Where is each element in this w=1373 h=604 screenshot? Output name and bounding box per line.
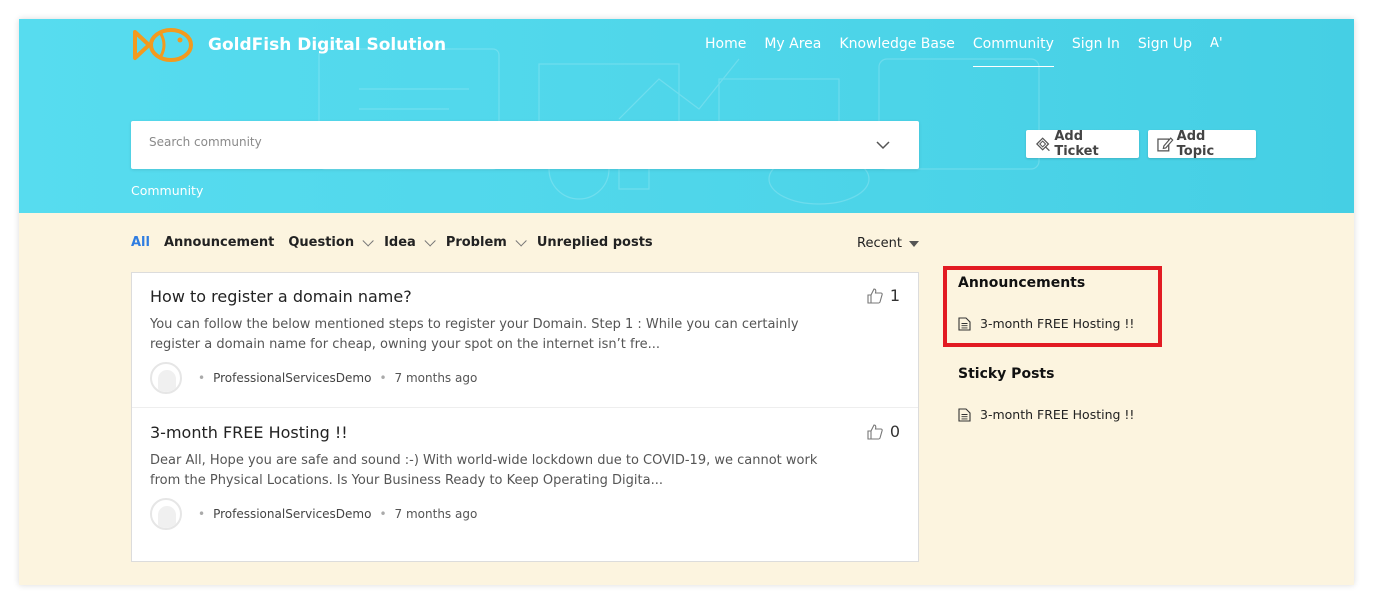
filter-question-label: Question [288, 235, 355, 250]
post-time: 7 months ago [394, 507, 478, 521]
sort-label: Recent [857, 236, 902, 251]
separator-dot: • [198, 507, 206, 521]
separator-dot: • [379, 507, 387, 521]
like-count: 1 [889, 286, 900, 305]
post-author[interactable]: ProfessionalServicesDemo [213, 507, 371, 521]
post-title[interactable]: 3-month FREE Hosting !! [150, 423, 348, 442]
nav-sign-up[interactable]: Sign Up [1138, 36, 1192, 52]
nav-community[interactable]: Community [972, 36, 1054, 67]
like-count: 0 [889, 422, 900, 441]
nav-my-area[interactable]: My Area [764, 36, 821, 52]
document-icon [958, 407, 971, 422]
brand-name[interactable]: GoldFish Digital Solution [208, 35, 446, 55]
chevron-down-icon[interactable] [875, 137, 891, 153]
list-item[interactable]: How to register a domain name? 1 You can… [132, 273, 918, 407]
post-author[interactable]: ProfessionalServicesDemo [213, 371, 371, 385]
separator-dot: • [379, 371, 387, 385]
sticky-post-link[interactable]: 3-month FREE Hosting !! [958, 407, 1134, 422]
thumbs-up-icon [867, 423, 883, 440]
nav-sign-in[interactable]: Sign In [1072, 36, 1120, 52]
ticket-icon [1036, 137, 1050, 152]
post-meta: • ProfessionalServicesDemo • 7 months ag… [150, 498, 477, 530]
avatar [150, 498, 182, 530]
add-topic-label: Add Topic [1176, 129, 1215, 159]
top-nav: Home My Area Knowledge Base Community Si… [705, 36, 1241, 67]
nav-home[interactable]: Home [705, 36, 746, 52]
post-time: 7 months ago [394, 371, 478, 385]
announcement-link[interactable]: 3-month FREE Hosting !! [958, 316, 1134, 331]
document-icon [958, 316, 971, 331]
filter-problem[interactable]: Problem [445, 234, 527, 250]
edit-note-icon [1157, 137, 1174, 152]
post-title[interactable]: How to register a domain name? [150, 287, 412, 306]
sticky-post-label: 3-month FREE Hosting !! [980, 407, 1135, 422]
post-list: How to register a domain name? 1 You can… [131, 272, 919, 562]
topic-filters: All Announcement Question Idea Problem U… [131, 234, 667, 250]
filter-idea[interactable]: Idea [384, 234, 436, 250]
add-ticket-label: Add Ticket [1054, 129, 1099, 159]
filter-unreplied[interactable]: Unreplied posts [537, 235, 653, 250]
filter-question[interactable]: Question [288, 234, 374, 250]
goldfish-logo[interactable] [131, 26, 195, 64]
caret-down-icon [908, 240, 919, 247]
like-button[interactable]: 0 [866, 422, 900, 441]
like-button[interactable]: 1 [866, 286, 900, 305]
announcement-label: 3-month FREE Hosting !! [980, 316, 1135, 331]
list-item[interactable]: 3-month FREE Hosting !! 0 Dear All, Hope… [132, 407, 918, 541]
page-frame: GoldFish Digital Solution Home My Area K… [19, 19, 1354, 585]
separator-dot: • [198, 371, 206, 385]
add-topic-button[interactable]: Add Topic [1148, 129, 1256, 159]
sort-dropdown[interactable]: Recent [857, 236, 919, 251]
post-snippet: You can follow the below mentioned steps… [150, 317, 799, 352]
chevron-down-icon [362, 234, 374, 247]
post-meta: • ProfessionalServicesDemo • 7 months ag… [150, 362, 477, 394]
hero-banner: GoldFish Digital Solution Home My Area K… [19, 19, 1354, 213]
add-ticket-button[interactable]: Add Ticket [1026, 129, 1139, 159]
thumbs-up-icon [867, 287, 883, 304]
filter-idea-label: Idea [384, 235, 416, 250]
font-size-toggle[interactable]: A' [1210, 36, 1222, 52]
search-bar [131, 121, 919, 169]
search-input[interactable] [149, 135, 849, 149]
avatar [150, 362, 182, 394]
nav-knowledge-base[interactable]: Knowledge Base [839, 36, 955, 52]
post-snippet: Dear All, Hope you are safe and sound :-… [150, 453, 818, 488]
filter-announcement[interactable]: Announcement [164, 235, 274, 250]
breadcrumb[interactable]: Community [131, 183, 203, 198]
chevron-down-icon [515, 234, 527, 247]
filter-problem-label: Problem [445, 235, 507, 250]
fish-logo-icon [133, 28, 193, 62]
chevron-down-icon [424, 234, 436, 247]
sticky-posts-heading: Sticky Posts [958, 366, 1055, 382]
announcements-heading: Announcements [958, 275, 1086, 291]
filter-all[interactable]: All [131, 235, 150, 250]
